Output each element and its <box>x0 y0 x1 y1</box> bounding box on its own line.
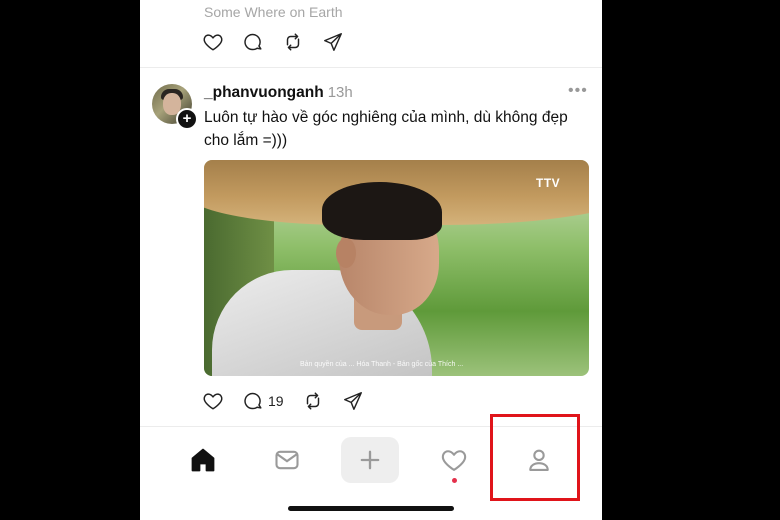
comment-icon <box>244 33 262 51</box>
post-actions: 19 <box>202 390 382 412</box>
heart-icon <box>441 450 467 471</box>
send-icon <box>343 392 362 410</box>
notification-dot <box>452 478 457 483</box>
reply-count: 19 <box>268 393 284 409</box>
like-button[interactable] <box>202 390 224 412</box>
repost-icon <box>306 392 319 410</box>
home-icon <box>191 448 215 472</box>
follow-button[interactable]: + <box>176 108 198 130</box>
broadcaster-logo: TTV <box>536 176 561 190</box>
share-button[interactable] <box>342 390 364 412</box>
tab-home[interactable] <box>175 438 231 482</box>
post-author[interactable]: _phanvuonganh 13h <box>204 84 353 102</box>
more-options-button[interactable]: ••• <box>568 82 588 100</box>
repost-button[interactable] <box>282 31 304 53</box>
post-caption: Luôn tự hào về góc nghiêng của mình, dù … <box>204 109 568 149</box>
profile-tab-highlight <box>490 414 580 501</box>
send-icon <box>324 33 342 51</box>
heart-icon <box>203 34 223 51</box>
repost-button[interactable] <box>302 390 324 412</box>
tab-activity[interactable] <box>426 438 482 482</box>
tab-create[interactable] <box>341 437 399 483</box>
heart-icon <box>203 393 223 410</box>
username[interactable]: _phanvuonganh <box>204 84 324 101</box>
reply-button[interactable]: 19 <box>242 390 284 412</box>
previous-post-actions <box>202 31 362 53</box>
repost-icon <box>286 33 300 51</box>
mail-icon <box>275 450 299 470</box>
plus-icon <box>360 450 380 470</box>
comment-icon <box>244 392 262 410</box>
tab-messages[interactable] <box>259 438 315 482</box>
post-media[interactable]: TTV Bản quyền của ... Hóa Thanh - Bản gố… <box>204 160 589 376</box>
previous-post-location: Some Where on Earth <box>204 4 343 20</box>
post-time: 13h <box>327 84 353 101</box>
like-button[interactable] <box>202 31 224 53</box>
video-subtitle: Bản quyền của ... Hóa Thanh - Bản gốc củ… <box>300 361 464 368</box>
post-divider <box>140 67 602 68</box>
home-indicator <box>288 506 454 511</box>
reply-button[interactable] <box>242 31 264 53</box>
share-button[interactable] <box>322 31 344 53</box>
